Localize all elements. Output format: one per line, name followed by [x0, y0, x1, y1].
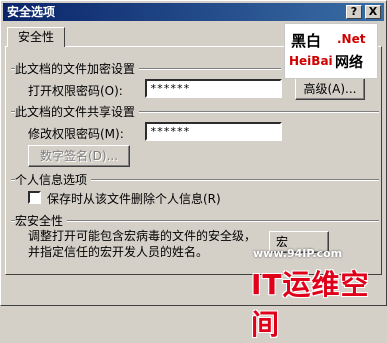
macro-description-line1: 调整打开可能包含宏病毒的文件的安全级，	[28, 229, 257, 243]
title-bar: 安全选项 ? X	[3, 3, 384, 21]
logo-net: .Net	[337, 32, 366, 46]
modify-password-label: 修改权限密码(M):	[28, 127, 124, 141]
watermark-title: IT运维空间	[251, 268, 370, 341]
encryption-heading: 此文档的文件加密设置	[15, 60, 140, 77]
open-password-label: 打开权限密码(O):	[28, 84, 123, 98]
privacy-heading: 个人信息选项	[15, 171, 92, 188]
macro-heading: 宏安全性	[15, 212, 68, 229]
window-title: 安全选项	[7, 5, 56, 19]
logo-cn-bottom: 网络	[335, 55, 363, 71]
digital-signature-button[interactable]: 数字签名(D)...	[28, 145, 130, 167]
macro-description-line2: 并指定信任的宏开发人员的姓名。	[28, 245, 209, 259]
remove-personal-info-label[interactable]: 保存时从该文件删除个人信息(R)	[47, 190, 221, 207]
help-button[interactable]: ?	[346, 5, 362, 19]
sharing-heading: 此文档的文件共享设置	[15, 103, 140, 120]
modify-password-input[interactable]: ******	[145, 122, 282, 141]
watermark-url: www.94IP.com	[253, 247, 343, 260]
security-options-dialog: 安全选项 ? X 安全性 此文档的文件加密设置 打开权限密码(O): *****…	[0, 0, 387, 341]
advanced-button[interactable]: 高级(A)...	[295, 78, 365, 100]
logo-heibai: HeiBai	[289, 54, 333, 68]
close-button[interactable]: X	[365, 5, 381, 19]
tab-security[interactable]: 安全性	[7, 27, 65, 47]
heibai-logo: 黑白 .Net HeiBai 网络	[284, 23, 378, 79]
logo-cn-top: 黑白	[291, 32, 322, 50]
remove-personal-info-checkbox[interactable]	[28, 191, 41, 204]
open-password-input[interactable]: ******	[145, 79, 282, 98]
